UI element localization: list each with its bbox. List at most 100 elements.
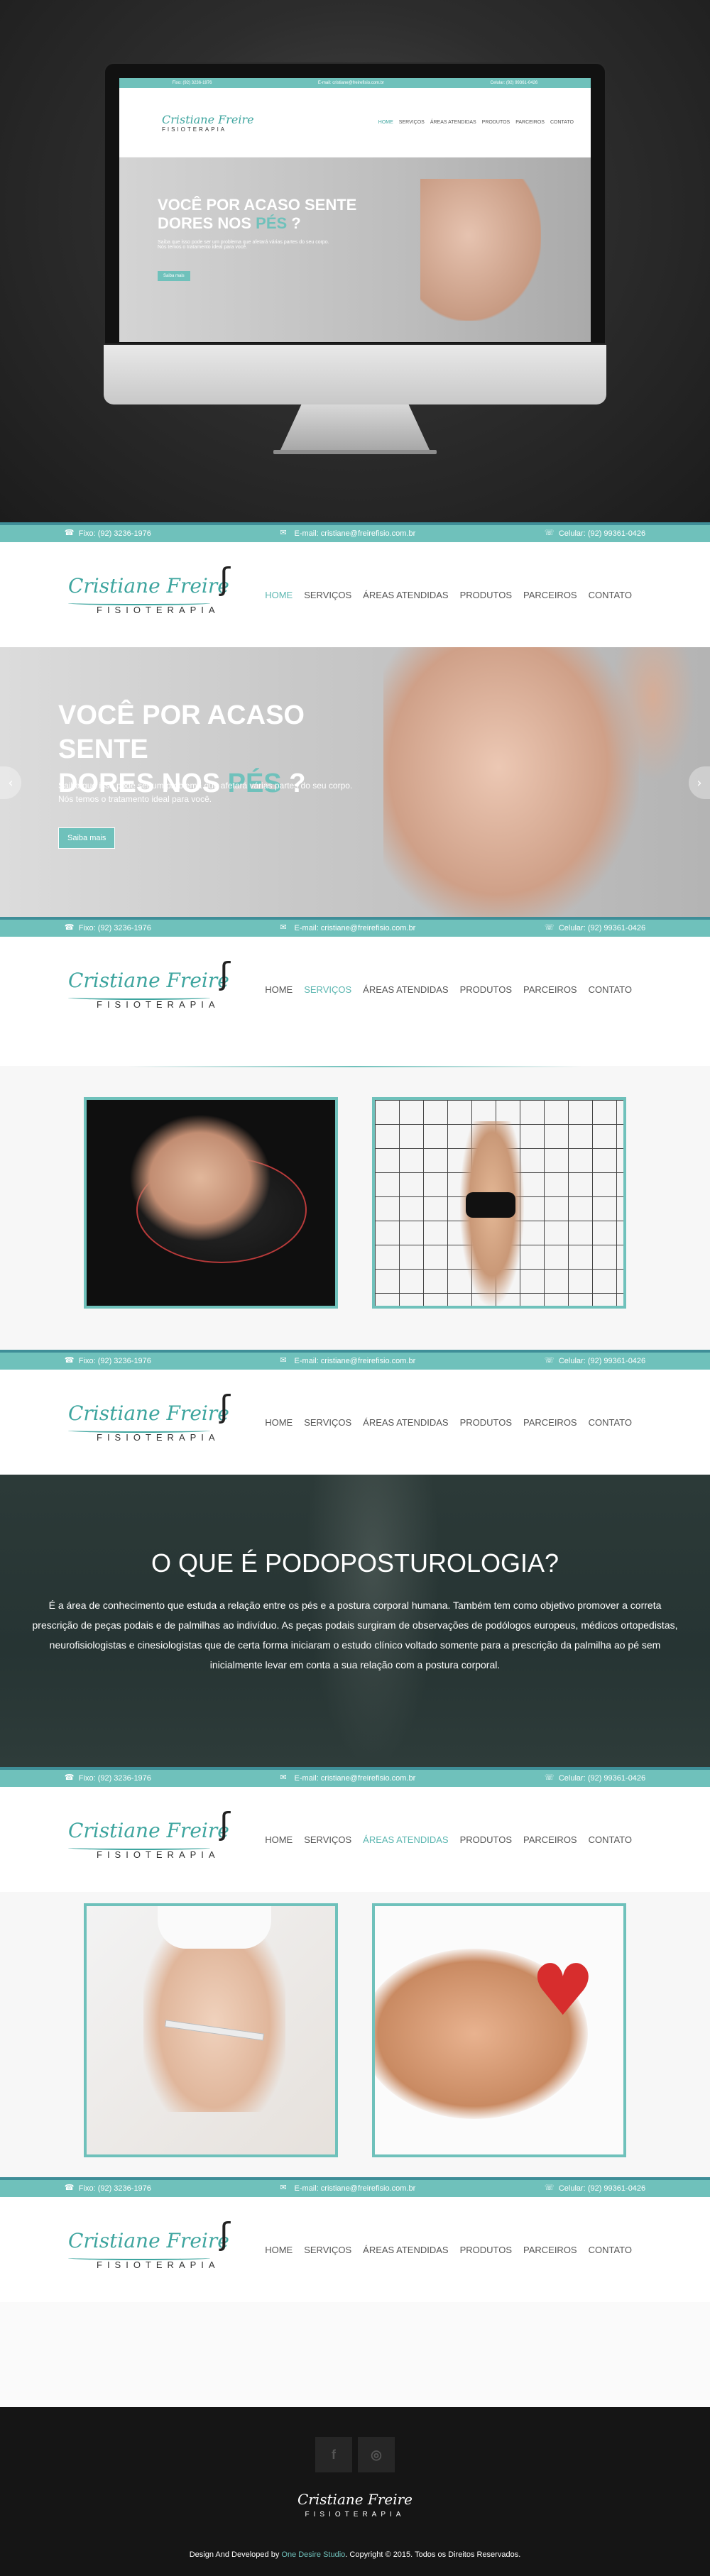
- nav-areas-atendidas[interactable]: ÁREAS ATENDIDAS: [363, 984, 448, 995]
- nav-servicos[interactable]: SERVIÇOS: [304, 590, 351, 600]
- main-nav: HOME SERVIÇOS ÁREAS ATENDIDAS PRODUTOS P…: [265, 984, 632, 995]
- studio-link[interactable]: One Desire Studio: [281, 2550, 345, 2559]
- nav-produtos[interactable]: PRODUTOS: [460, 1417, 512, 1428]
- mini-nav-areas: ÁREAS ATENDIDAS: [430, 120, 476, 125]
- nav-parceiros[interactable]: PARCEIROS: [523, 1834, 577, 1845]
- phone-icon: [65, 1355, 75, 1365]
- nav-servicos[interactable]: SERVIÇOS: [304, 2245, 351, 2255]
- logo-script: Cristiane Freire: [68, 1819, 229, 1842]
- email-info[interactable]: E-mail: cristiane@freirefisio.com.br: [280, 2183, 416, 2193]
- phone-icon: [65, 1773, 75, 1782]
- banner-text-line1: Saiba que isso pode ser um problema que …: [58, 781, 353, 791]
- areas-images: ♥: [0, 1903, 710, 2169]
- main-nav: HOME SERVIÇOS ÁREAS ATENDIDAS PRODUTOS P…: [265, 590, 632, 600]
- pregnancy-image[interactable]: ♥: [372, 1903, 626, 2157]
- areas-section: ♥: [0, 1892, 710, 2177]
- email-info[interactable]: E-mail: cristiane@freirefisio.com.br: [280, 1773, 416, 1783]
- imac-chin: [104, 345, 606, 404]
- chevron-left-icon[interactable]: ‹: [0, 766, 21, 799]
- banner-foot-image: [383, 647, 639, 917]
- email-info[interactable]: E-mail: cristiane@freirefisio.com.br: [280, 923, 416, 932]
- heart-icon: ♥: [531, 1949, 595, 2032]
- nav-areas-atendidas[interactable]: ÁREAS ATENDIDAS: [363, 2245, 448, 2255]
- produtos-section: [0, 2302, 710, 2407]
- logo-subtitle: FISIOTERAPIA: [97, 605, 220, 615]
- nav-areas-atendidas[interactable]: ÁREAS ATENDIDAS: [363, 1417, 448, 1428]
- credits-suffix: . Copyright © 2015. Todos os Direitos Re…: [345, 2550, 521, 2559]
- saiba-mais-button[interactable]: Saiba mais: [58, 827, 116, 849]
- baropodometry-image[interactable]: [84, 1097, 338, 1309]
- nav-produtos[interactable]: PRODUTOS: [460, 1834, 512, 1845]
- logo-subtitle: FISIOTERAPIA: [97, 999, 220, 1010]
- mobile-text: Celular: (92) 99361-0426: [558, 1357, 646, 1365]
- site-logo[interactable]: Cristiane Freire FISIOTERAPIA ʃ: [68, 956, 239, 1010]
- nav-parceiros[interactable]: PARCEIROS: [523, 984, 577, 995]
- nav-parceiros[interactable]: PARCEIROS: [523, 2245, 577, 2255]
- nav-contato[interactable]: CONTATO: [589, 1834, 632, 1845]
- nav-contato[interactable]: CONTATO: [589, 1417, 632, 1428]
- site-logo[interactable]: Cristiane Freire FISIOTERAPIA ʃ: [68, 1389, 239, 1443]
- phone-icon: [65, 2183, 75, 2192]
- mini-text-2: Nós temos o tratamento ideal para você.: [158, 245, 248, 250]
- nav-areas-atendidas[interactable]: ÁREAS ATENDIDAS: [363, 590, 448, 600]
- nav-servicos[interactable]: SERVIÇOS: [304, 984, 351, 995]
- logo-subtitle: FISIOTERAPIA: [97, 2259, 220, 2270]
- imac-stand: [280, 404, 430, 450]
- nav-produtos[interactable]: PRODUTOS: [460, 590, 512, 600]
- nav-home[interactable]: HOME: [265, 984, 293, 995]
- phone-info: Fixo: (92) 3236-1976: [65, 1355, 151, 1365]
- nav-servicos[interactable]: SERVIÇOS: [304, 1417, 351, 1428]
- email-info[interactable]: E-mail: cristiane@freirefisio.com.br: [280, 528, 416, 538]
- posture-grid-image[interactable]: [372, 1097, 626, 1309]
- mobile-icon: [545, 923, 555, 932]
- nav-servicos[interactable]: SERVIÇOS: [304, 1834, 351, 1845]
- hero-slider: VOCÊ POR ACASO SENTE DORES NOS PÉS ? Saib…: [0, 647, 710, 917]
- phone-text: Fixo: (92) 3236-1976: [78, 529, 151, 538]
- nav-produtos[interactable]: PRODUTOS: [460, 2245, 512, 2255]
- logo-script: Cristiane Freire: [68, 1402, 229, 1425]
- email-text: E-mail: cristiane@freirefisio.com.br: [294, 1774, 416, 1783]
- contact-bar: Fixo: (92) 3236-1976 E-mail: cristiane@f…: [0, 2177, 710, 2197]
- nav-home[interactable]: HOME: [265, 2245, 293, 2255]
- site-logo[interactable]: Cristiane Freire FISIOTERAPIA ʃ: [68, 561, 239, 615]
- mobile-text: Celular: (92) 99361-0426: [558, 924, 646, 932]
- facebook-icon[interactable]: f: [315, 2437, 352, 2472]
- email-info[interactable]: E-mail: cristiane@freirefisio.com.br: [280, 1355, 416, 1365]
- nav-home[interactable]: HOME: [265, 1417, 293, 1428]
- podoposturologia-title: O QUE É PODOPOSTUROLOGIA?: [151, 1548, 559, 1578]
- mini-topbar: Fixo: (92) 3236-1976 E-mail: cristiane@f…: [119, 78, 591, 88]
- nav-produtos[interactable]: PRODUTOS: [460, 984, 512, 995]
- email-text: E-mail: cristiane@freirefisio.com.br: [294, 529, 416, 538]
- feet-shape: [129, 1114, 271, 1242]
- nav-contato[interactable]: CONTATO: [589, 2245, 632, 2255]
- imac-mockup: Fixo: (92) 3236-1976 E-mail: cristiane@f…: [104, 62, 606, 454]
- nav-home[interactable]: HOME: [265, 1834, 293, 1845]
- mobile-info: Celular: (92) 99361-0426: [545, 528, 645, 538]
- instagram-icon[interactable]: ◎: [358, 2437, 395, 2472]
- mini-nav-parceiros: PARCEIROS: [515, 120, 545, 125]
- mail-icon: [280, 528, 290, 537]
- contact-bar: Fixo: (92) 3236-1976 E-mail: cristiane@f…: [0, 1767, 710, 1787]
- mini-banner-button: Saiba mais: [158, 271, 190, 281]
- mini-title-accent: PÉS: [256, 214, 288, 232]
- logo-subtitle: FISIOTERAPIA: [97, 1432, 220, 1443]
- mini-text-1: Saiba que isso pode ser um problema que …: [158, 240, 329, 245]
- mobile-info: Celular: (92) 99361-0426: [545, 923, 646, 932]
- site-footer: f ◎ Cristiane Freire FISIOTERAPIA Design…: [0, 2407, 710, 2576]
- hero-mockup: Fixo: (92) 3236-1976 E-mail: cristiane@f…: [0, 0, 710, 522]
- nav-home[interactable]: HOME: [265, 590, 293, 600]
- contact-bar: Fixo: (92) 3236-1976 E-mail: cristiane@f…: [0, 522, 710, 542]
- nav-parceiros[interactable]: PARCEIROS: [523, 1417, 577, 1428]
- logo-figure-icon: ʃ: [219, 1389, 230, 1425]
- site-header: Cristiane Freire FISIOTERAPIA ʃ HOME SER…: [0, 1370, 710, 1475]
- site-logo[interactable]: Cristiane Freire FISIOTERAPIA ʃ: [68, 2216, 239, 2270]
- nav-parceiros[interactable]: PARCEIROS: [523, 590, 577, 600]
- nav-areas-atendidas[interactable]: ÁREAS ATENDIDAS: [363, 1834, 448, 1845]
- nav-contato[interactable]: CONTATO: [589, 984, 632, 995]
- logo-swirl: [68, 601, 210, 605]
- nav-contato[interactable]: CONTATO: [589, 590, 632, 600]
- imac-frame: Fixo: (92) 3236-1976 E-mail: cristiane@f…: [104, 62, 606, 345]
- mini-banner-title: VOCÊ POR ACASO SENTE DORES NOS PÉS ?: [158, 196, 371, 233]
- site-logo[interactable]: Cristiane Freire FISIOTERAPIA ʃ: [68, 1806, 239, 1860]
- weight-loss-image[interactable]: [84, 1903, 338, 2157]
